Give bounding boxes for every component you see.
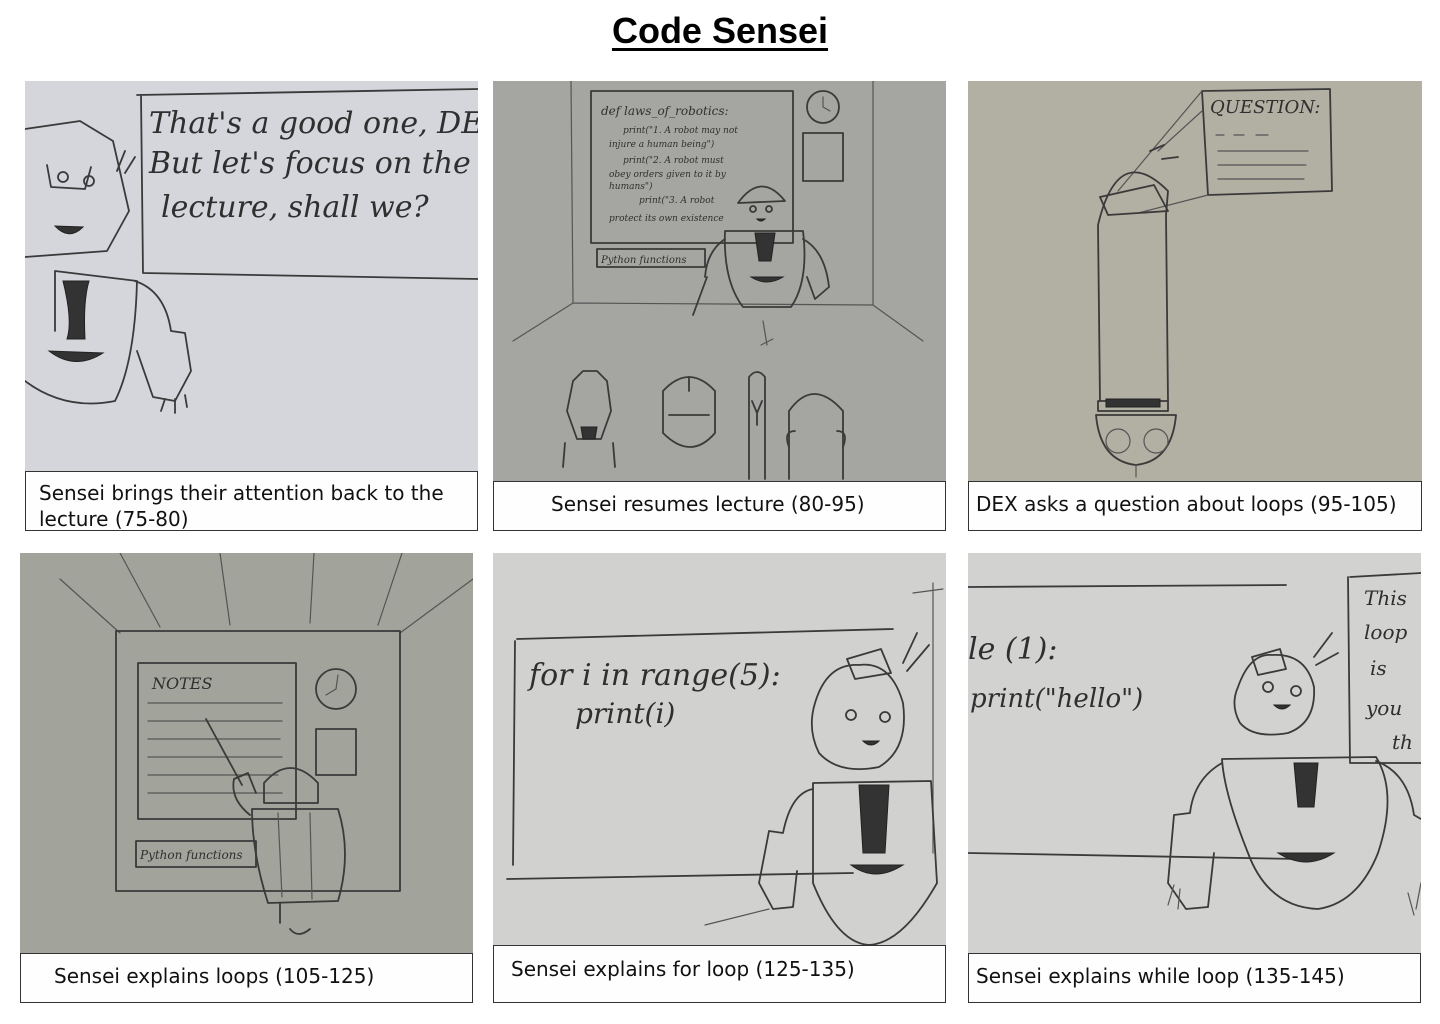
panel-1-sketch: That's a good one, DEX, But let's focus … bbox=[25, 81, 478, 471]
panel-2-sketch: def laws_of_robotics: print("1. A robot … bbox=[493, 81, 946, 481]
panel-3-sketch: QUESTION: bbox=[968, 81, 1422, 481]
panel-6-caption: Sensei explains while loop (135-145) bbox=[968, 953, 1421, 1003]
panel-2-board-line-2: print("1. A robot may not bbox=[623, 125, 738, 136]
panel-4-board-title: NOTES bbox=[151, 674, 212, 693]
panel-5-board-line-2: print(i) bbox=[575, 697, 675, 730]
panel-5-sketch: for i in range(5): print(i) bbox=[493, 553, 946, 945]
panel-4-board-label: Python functions bbox=[139, 848, 243, 862]
storyboard-panel-4: NOTES Python functions Sensei explains l… bbox=[20, 553, 473, 1003]
panel-6-board-line-3: This bbox=[1364, 586, 1407, 610]
panel-4-sketch: NOTES Python functions bbox=[20, 553, 473, 953]
panel-6-board-line-5: is bbox=[1370, 656, 1387, 680]
panel-6-board-line-2: print("hello") bbox=[970, 684, 1143, 714]
panel-1-caption: Sensei brings their attention back to th… bbox=[25, 471, 478, 531]
storyboard-panel-3: QUESTION: DEX asks a question about loop… bbox=[968, 81, 1422, 531]
panel-1-board-line-1: That's a good one, DEX, bbox=[149, 106, 478, 141]
panel-2-board-line-4: print("2. A robot must bbox=[623, 155, 724, 166]
panel-2-board-line-7: print("3. A robot bbox=[639, 195, 715, 206]
panel-2-board-line-1: def laws_of_robotics: bbox=[601, 104, 729, 118]
page-title: Code Sensei bbox=[611, 10, 829, 51]
panel-1-board-line-2: But let's focus on the bbox=[148, 146, 471, 181]
panel-6-board-line-4: loop bbox=[1364, 620, 1407, 644]
storyboard-panel-6: le (1): print("hello") This loop is you … bbox=[968, 553, 1421, 1003]
panel-2-board-line-8: protect its own existence bbox=[609, 214, 724, 224]
panel-3-caption: DEX asks a question about loops (95-105) bbox=[968, 481, 1422, 531]
panel-6-board-line-6: you bbox=[1365, 696, 1402, 720]
panel-6-board-line-7: th bbox=[1392, 730, 1413, 754]
storyboard-panel-1: That's a good one, DEX, But let's focus … bbox=[25, 81, 478, 531]
storyboard-panel-2: def laws_of_robotics: print("1. A robot … bbox=[493, 81, 946, 531]
panel-5-board-line-1: for i in range(5): bbox=[527, 658, 781, 693]
panel-3-board-title: QUESTION: bbox=[1210, 97, 1320, 118]
panel-6-sketch: le (1): print("hello") This loop is you … bbox=[968, 553, 1421, 953]
storyboard-page: Code Sensei That's a good one, DEX, But … bbox=[0, 0, 1440, 1024]
panel-6-board-line-1: le (1): bbox=[968, 632, 1058, 667]
panel-5-caption: Sensei explains for loop (125-135) bbox=[493, 945, 946, 1003]
storyboard-panel-5: for i in range(5): print(i) Sensei expla… bbox=[493, 553, 946, 1003]
panel-2-board-line-5: obey orders given to it by bbox=[609, 170, 727, 180]
panel-2-board-line-3: injure a human being") bbox=[609, 139, 715, 150]
panel-4-caption: Sensei explains loops (105-125) bbox=[20, 953, 473, 1003]
panel-1-board-line-3: lecture, shall we? bbox=[161, 190, 429, 225]
panel-2-board-line-6: humans") bbox=[609, 181, 653, 192]
panel-2-board-label: Python functions bbox=[600, 255, 686, 266]
panel-2-caption: Sensei resumes lecture (80-95) bbox=[493, 481, 946, 531]
